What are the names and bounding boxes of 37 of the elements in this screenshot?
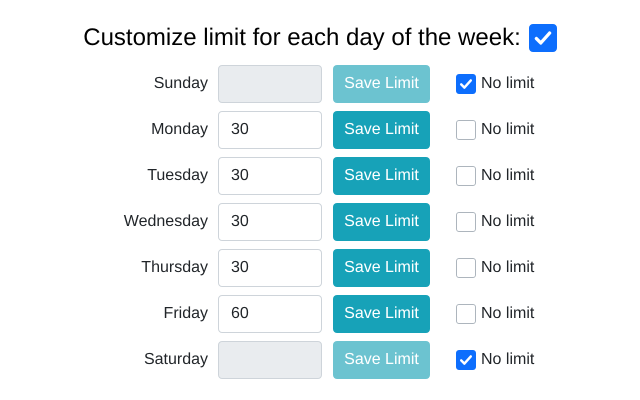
limit-input[interactable]: 30 <box>218 203 322 241</box>
limit-input[interactable]: 30 <box>218 249 322 287</box>
no-limit-label: No limit <box>481 350 534 370</box>
no-limit-label: No limit <box>481 304 534 324</box>
day-label: Monday <box>150 120 208 140</box>
day-label: Friday <box>162 304 208 324</box>
check-icon <box>458 352 474 368</box>
no-limit-label: No limit <box>481 212 534 232</box>
checkbox[interactable] <box>528 24 557 52</box>
save-limit-button[interactable]: Save Limit <box>333 65 430 103</box>
save-limit-button[interactable]: Save Limit <box>333 157 430 195</box>
limit-input[interactable]: 30 <box>218 111 322 149</box>
checkbox[interactable] <box>456 74 476 94</box>
check-icon <box>458 76 474 92</box>
day-label: Wednesday <box>122 212 208 232</box>
limit-input[interactable]: 30 <box>218 157 322 195</box>
checkbox[interactable] <box>456 258 476 278</box>
limit-input[interactable]: 60 <box>218 295 322 333</box>
checkbox[interactable] <box>456 304 476 324</box>
checkbox[interactable] <box>456 212 476 232</box>
save-limit-button[interactable]: Save Limit <box>333 249 430 287</box>
no-limit-label: No limit <box>481 166 534 186</box>
checkbox[interactable] <box>456 350 476 370</box>
checkbox[interactable] <box>456 166 476 186</box>
save-limit-button[interactable]: Save Limit <box>333 203 430 241</box>
no-limit-label: No limit <box>481 120 534 140</box>
no-limit-label: No limit <box>481 258 534 278</box>
day-label: Saturday <box>142 350 208 370</box>
day-label: Tuesday <box>146 166 208 186</box>
save-limit-button[interactable]: Save Limit <box>333 295 430 333</box>
page-title: Customize limit for each day of the week: <box>83 22 521 52</box>
save-limit-button[interactable]: Save Limit <box>333 341 430 379</box>
no-limit-label: No limit <box>481 74 534 94</box>
checkbox[interactable] <box>456 120 476 140</box>
day-label: Thursday <box>140 258 208 278</box>
save-limit-button[interactable]: Save Limit <box>333 111 430 149</box>
day-label: Sunday <box>152 74 208 94</box>
